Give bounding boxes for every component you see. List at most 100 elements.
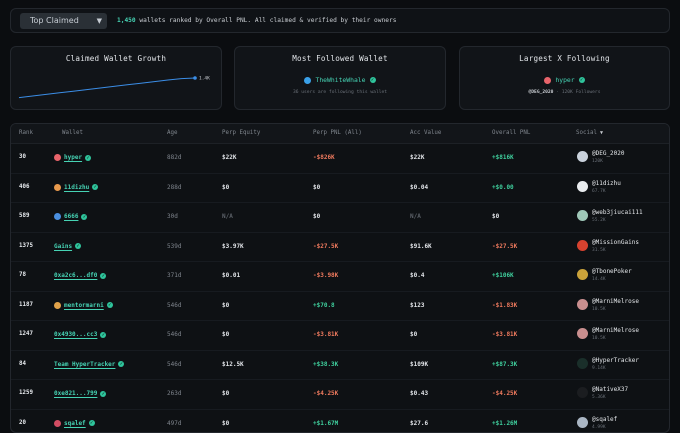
- perp-equity-cell: $0: [222, 390, 229, 397]
- wallet-link[interactable]: 0x4930...cc3: [54, 331, 97, 338]
- wallet-cell[interactable]: 11dizhu✓: [54, 184, 98, 191]
- wallet-link[interactable]: 0xa2c6...df0: [54, 272, 97, 279]
- social-avatar: [577, 240, 588, 251]
- growth-end-point: [193, 76, 197, 80]
- social-cell[interactable]: @MarniMelrose 10.5K: [577, 298, 639, 314]
- social-handle[interactable]: @11dizhu: [592, 180, 621, 188]
- sort-down-icon: ▼: [600, 130, 603, 136]
- table-row[interactable]: 30 hyper✓ 882d $22K -$826K $22K +$816K @…: [11, 144, 669, 174]
- largest-following-followers: · 120K Followers: [556, 90, 600, 95]
- social-avatar: [577, 358, 588, 369]
- social-cell[interactable]: @sqalef 4.99K: [577, 416, 617, 432]
- table-row[interactable]: 1375 Gains✓ 539d $3.97K -$27.5K $91.6K -…: [11, 233, 669, 263]
- wallet-link[interactable]: sqalef: [64, 420, 86, 427]
- table-row[interactable]: 78 0xa2c6...df0✓ 371d $0.01 -$3.98K $0.4…: [11, 262, 669, 292]
- claimed-wallet-growth-card: Claimed Wallet Growth 1.4K: [10, 46, 222, 110]
- wallet-cell[interactable]: sqalef✓: [54, 420, 95, 427]
- table-row[interactable]: 1259 0xe821...799✓ 263d $0 -$4.25K $0.43…: [11, 380, 669, 410]
- table-row[interactable]: 589 6666✓ 30d N/A $0 N/A $0 @web3jiucai1…: [11, 203, 669, 233]
- wallet-cell[interactable]: 6666✓: [54, 213, 87, 220]
- social-handle[interactable]: @NativeX37: [592, 386, 628, 394]
- verified-icon: ✓: [89, 420, 95, 426]
- header-wallet[interactable]: Wallet: [62, 130, 83, 136]
- wallet-link[interactable]: 0xe821...799: [54, 390, 97, 397]
- social-handle[interactable]: @MarniMelrose: [592, 327, 639, 335]
- social-followers: 55.2K: [592, 217, 643, 225]
- social-followers: 9.14K: [592, 365, 639, 373]
- social-followers: 10.5K: [592, 335, 639, 343]
- social-cell[interactable]: @MarniMelrose 10.5K: [577, 327, 639, 343]
- social-cell[interactable]: @web3jiucai111 55.2K: [577, 209, 643, 225]
- social-cell[interactable]: @HyperTracker 9.14K: [577, 357, 639, 373]
- perp-pnl-cell: +$38.3K: [313, 361, 338, 368]
- card-title: Claimed Wallet Growth: [11, 54, 221, 63]
- acc-value-cell: $0.43: [410, 390, 428, 397]
- largest-following-sub: @DEG_2020 · 120K Followers: [460, 90, 669, 95]
- acc-value-cell: $0.4: [410, 272, 424, 279]
- filter-dropdown[interactable]: Top Claimed ▼: [20, 13, 107, 29]
- verified-icon: ✓: [92, 184, 98, 190]
- wallet-cell[interactable]: 0xe821...799✓: [54, 390, 106, 397]
- social-cell[interactable]: @NativeX37 5.36K: [577, 386, 628, 402]
- wallet-avatar-icon: [544, 77, 551, 84]
- table-row[interactable]: 406 11dizhu✓ 288d $0 $0 $0.04 +$0.00 @11…: [11, 174, 669, 204]
- social-handle[interactable]: @MarniMelrose: [592, 298, 639, 306]
- header-rank[interactable]: Rank: [19, 130, 33, 136]
- wallet-link[interactable]: hyper: [64, 154, 82, 161]
- table-row[interactable]: 1187 mentormarni✓ 546d $0 +$70.8 $123 -$…: [11, 292, 669, 322]
- perp-equity-cell: $0.01: [222, 272, 240, 279]
- perp-equity-cell: $12.5K: [222, 361, 244, 368]
- social-handle[interactable]: @web3jiucai111: [592, 209, 643, 217]
- header-perp-equity[interactable]: Perp Equity: [222, 130, 260, 136]
- social-cell[interactable]: @DEG_2020 120K: [577, 150, 625, 166]
- wallet-cell[interactable]: hyper✓: [54, 154, 91, 161]
- most-followed-wallet[interactable]: TheWhiteWhale ✓: [235, 76, 445, 84]
- wallet-avatar-icon: [54, 154, 61, 161]
- perp-pnl-cell: +$70.8: [313, 302, 335, 309]
- whale-icon: [304, 77, 311, 84]
- perp-equity-cell: $0: [222, 331, 229, 338]
- perp-equity-cell: N/A: [222, 213, 233, 220]
- largest-following-wallet[interactable]: hyper ✓: [460, 76, 669, 84]
- verified-icon: ✓: [579, 77, 585, 83]
- age-cell: 546d: [167, 331, 181, 338]
- wallet-cell[interactable]: Team HyperTracker✓: [54, 361, 124, 368]
- wallet-avatar-icon: [54, 184, 61, 191]
- social-cell[interactable]: @TbonePoker 14.4K: [577, 268, 632, 284]
- social-followers: 5.36K: [592, 394, 628, 402]
- social-followers: 4.99K: [592, 424, 617, 432]
- wallet-link[interactable]: Gains: [54, 243, 72, 250]
- wallet-link[interactable]: Team HyperTracker: [54, 361, 115, 368]
- wallet-link[interactable]: 6666: [64, 213, 78, 220]
- social-handle[interactable]: @DEG_2020: [592, 150, 625, 158]
- header-social[interactable]: Social▼: [576, 130, 603, 136]
- wallet-cell[interactable]: 0x4930...cc3✓: [54, 331, 106, 338]
- chevron-down-icon: ▼: [97, 17, 102, 25]
- overall-pnl-cell: -$3.81K: [492, 331, 517, 338]
- header-acc-value[interactable]: Acc Value: [410, 130, 441, 136]
- social-handle[interactable]: @MissionGains: [592, 239, 639, 247]
- header-overall-pnl[interactable]: Overall PNL: [492, 130, 530, 136]
- perp-equity-cell: $0: [222, 184, 229, 191]
- wallet-cell[interactable]: mentormarni✓: [54, 302, 113, 309]
- social-handle[interactable]: @sqalef: [592, 416, 617, 424]
- verified-icon: ✓: [370, 77, 376, 83]
- social-cell[interactable]: @MissionGains 31.5K: [577, 239, 639, 255]
- header-age[interactable]: Age: [167, 130, 177, 136]
- filter-dropdown-label: Top Claimed: [30, 16, 79, 25]
- social-cell[interactable]: @11dizhu 67.7K: [577, 180, 621, 196]
- acc-value-cell: $123: [410, 302, 424, 309]
- largest-following-name: hyper: [555, 76, 574, 84]
- social-handle[interactable]: @HyperTracker: [592, 357, 639, 365]
- wallet-cell[interactable]: 0xa2c6...df0✓: [54, 272, 106, 279]
- wallet-cell[interactable]: Gains✓: [54, 243, 81, 250]
- table-row[interactable]: 20 sqalef✓ 497d $0 +$1.67M $27.6 +$1.26M…: [11, 410, 669, 433]
- age-cell: 882d: [167, 154, 181, 161]
- header-perp-pnl[interactable]: Perp PNL (All): [313, 130, 362, 136]
- wallet-link[interactable]: 11dizhu: [64, 184, 89, 191]
- social-avatar: [577, 299, 588, 310]
- table-row[interactable]: 1247 0x4930...cc3✓ 546d $0 -$3.81K $0 -$…: [11, 321, 669, 351]
- wallet-link[interactable]: mentormarni: [64, 302, 104, 309]
- social-handle[interactable]: @TbonePoker: [592, 268, 632, 276]
- table-row[interactable]: 84 Team HyperTracker✓ 546d $12.5K +$38.3…: [11, 351, 669, 381]
